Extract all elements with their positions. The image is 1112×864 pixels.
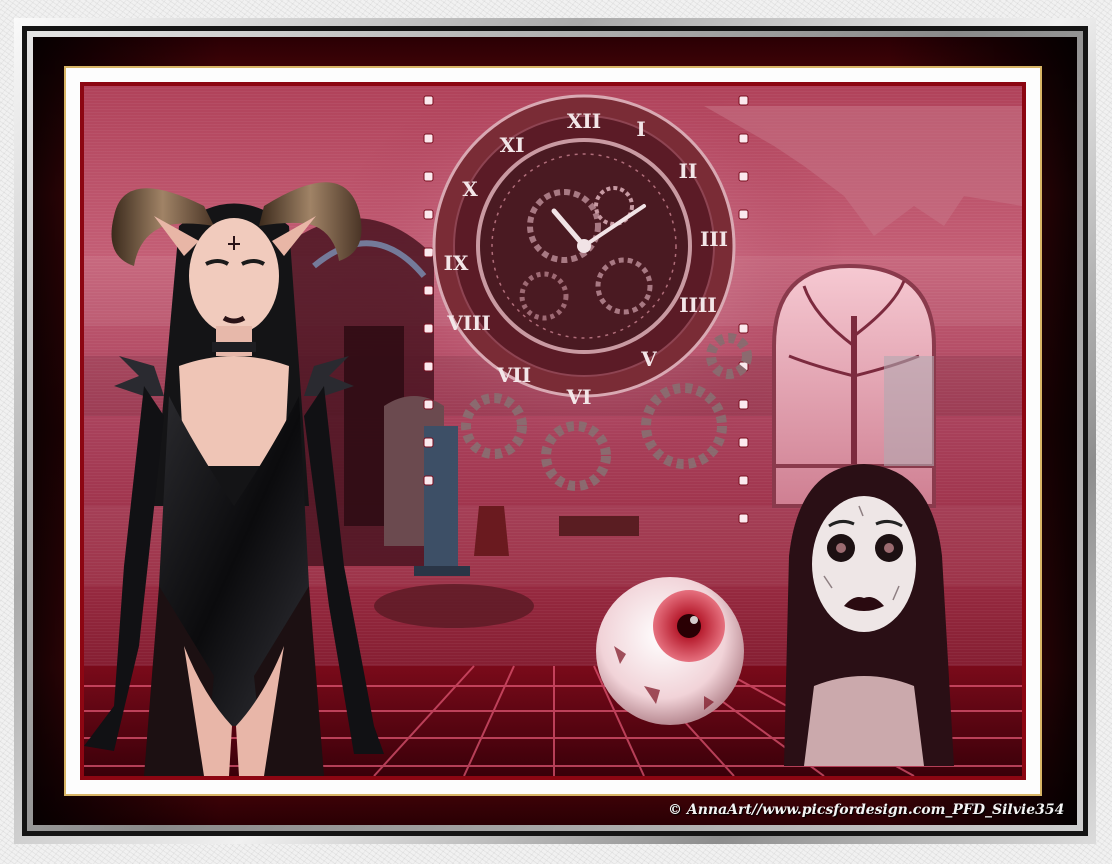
collage-scene: XII I II III IIII V VI VII VIII IX X XI	[84, 86, 1022, 776]
numeral-xi: XI	[500, 133, 525, 157]
doll-face-figure	[784, 464, 954, 766]
scene-illustration: XII I II III IIII V VI VII VIII IX X XI	[84, 86, 1022, 776]
numeral-viii: VIII	[446, 311, 491, 335]
credit-text: © AnnaArt//www.picsfordesign.com_PFD_Sil…	[668, 802, 1065, 818]
numeral-vii: VII	[496, 363, 531, 387]
numeral-v: V	[640, 347, 657, 371]
numeral-iiii: IIII	[679, 293, 716, 317]
numeral-xii: XII	[567, 109, 601, 133]
numeral-vi: VI	[566, 385, 592, 409]
numeral-i: I	[636, 117, 645, 141]
numeral-x: X	[462, 177, 478, 201]
numeral-ii: II	[679, 159, 698, 183]
numeral-ix: IX	[444, 251, 469, 275]
numeral-iii: III	[700, 227, 728, 251]
eyeball-sphere	[596, 577, 744, 725]
artwork: XII I II III IIII V VI VII VIII IX X XI	[0, 0, 1112, 864]
